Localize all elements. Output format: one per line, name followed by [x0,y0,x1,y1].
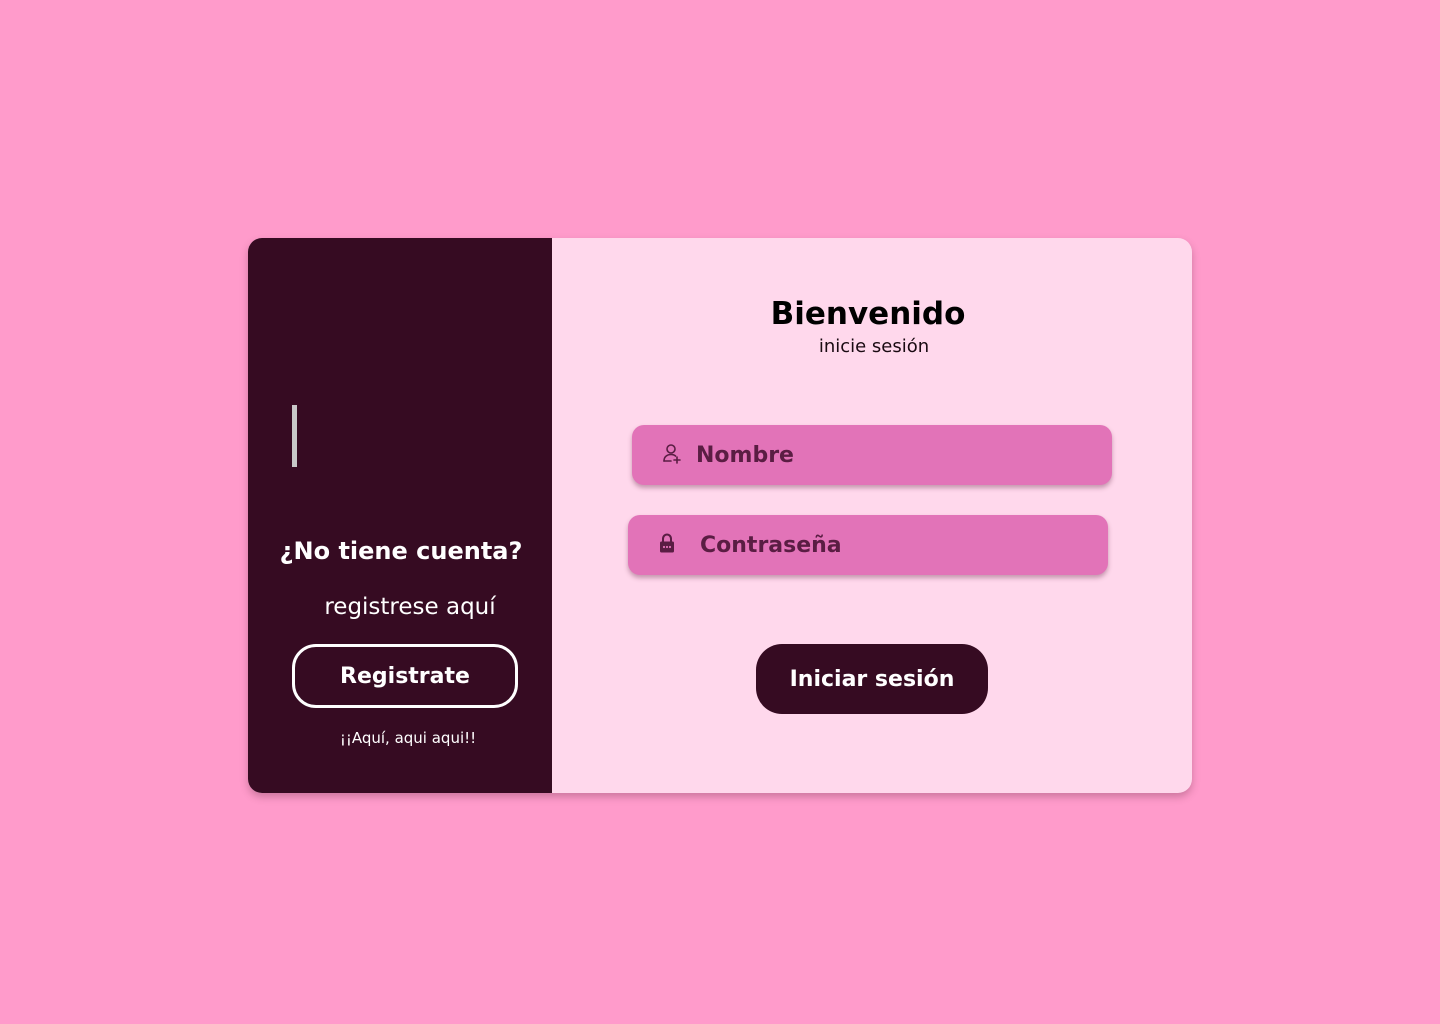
text-cursor [292,405,297,467]
page-title: Bienvenido [770,296,966,332]
password-input[interactable] [700,515,1100,575]
page-subtitle: inicie sesión [818,336,930,357]
register-panel: ¿No tiene cuenta? registrese aquí Regist… [248,238,552,793]
login-button[interactable]: Iniciar sesión [756,644,988,714]
login-card: ¿No tiene cuenta? registrese aquí Regist… [248,238,1192,793]
name-input[interactable] [696,425,1096,485]
register-subtext: registrese aquí [324,594,496,620]
name-field[interactable] [632,425,1112,485]
register-footnote: ¡¡Aquí, aqui aqui!! [339,729,477,747]
lock-icon [660,533,674,553]
register-heading: ¿No tiene cuenta? [279,537,523,565]
user-icon [663,444,681,464]
register-button[interactable]: Registrate [292,644,518,708]
password-field[interactable] [628,515,1108,575]
